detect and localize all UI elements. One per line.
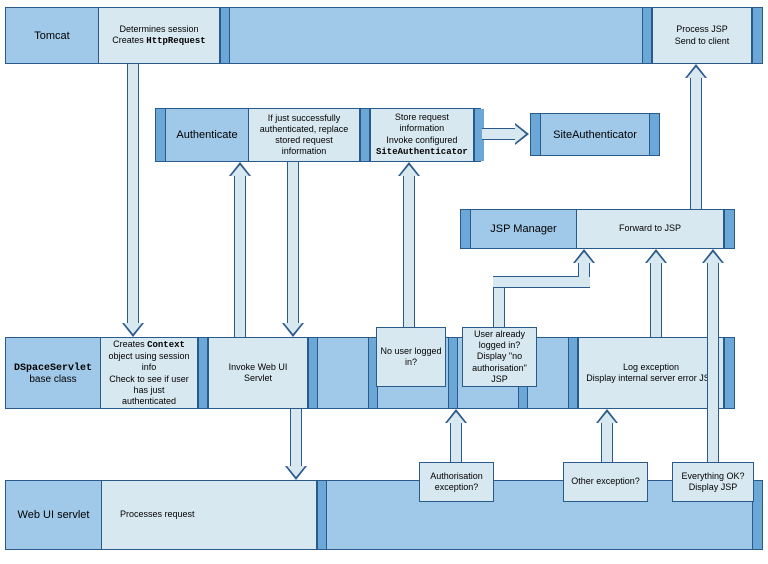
jsp-label: JSP Manager (471, 210, 576, 248)
cap (360, 109, 370, 161)
authenticate-row: Authenticate If just successfully authen… (155, 108, 481, 162)
cap (724, 210, 734, 248)
t: Creates (113, 339, 147, 349)
webui-box-otherexc: Other exception? (563, 462, 648, 502)
t: SiteAuthenticator (376, 147, 468, 157)
site-auth-label: SiteAuthenticator (541, 114, 649, 155)
cap (317, 481, 327, 549)
t: SiteAuthenticator (553, 129, 637, 141)
t: Process JSP (676, 24, 728, 34)
cap (308, 338, 318, 408)
cap (649, 114, 659, 155)
t: Forward to JSP (619, 223, 681, 234)
cap (156, 109, 166, 161)
t: Log exception (623, 362, 679, 372)
dspace-label: DSpaceServlet base class (6, 338, 100, 408)
tomcat-row: Tomcat Determines sessionCreates HttpReq… (5, 7, 763, 64)
t: Invoke configured (386, 135, 457, 145)
webui-box-process: Processes request (101, 481, 317, 549)
site-authenticator-box: SiteAuthenticator (530, 113, 660, 156)
t: JSP Manager (490, 223, 556, 235)
tomcat-label-text: Tomcat (34, 30, 69, 42)
t: Other exception? (571, 476, 640, 487)
cap (448, 338, 458, 408)
t: Authorisation exception? (423, 471, 490, 494)
webui-box-ok: Everything OK?Display JSP (672, 462, 754, 502)
t: Determines session (119, 24, 198, 34)
t: Send to client (675, 36, 730, 46)
webui-label: Web UI servlet (6, 481, 101, 549)
dspace-box-nouser: No user logged in? (376, 327, 446, 387)
webui-box-authexc: Authorisation exception? (419, 462, 494, 502)
cap (642, 8, 652, 63)
tomcat-box-session: Determines sessionCreates HttpRequest (98, 8, 220, 63)
dspace-box-invoke: Invoke Web UI Servlet (208, 338, 308, 408)
tomcat-label: Tomcat (6, 8, 98, 63)
spacer (230, 8, 642, 63)
spacer (318, 338, 368, 408)
t: Display JSP (689, 482, 738, 492)
cap (461, 210, 471, 248)
dspace-row: DSpaceServlet base class Creates Context… (5, 337, 735, 409)
t: User already logged in? Display "no auth… (466, 329, 533, 385)
t: No user logged in? (380, 346, 442, 369)
dspace-box-context: Creates Context object using session inf… (100, 338, 198, 408)
dspace-box-userlogged: User already logged in? Display "no auth… (462, 327, 537, 387)
cap (568, 338, 578, 408)
cap (220, 8, 230, 63)
t: Check to see if user has just authentica… (109, 374, 189, 407)
jsp-manager-row: JSP Manager Forward to JSP (460, 209, 735, 249)
t: Creates (112, 35, 146, 45)
auth-box-replace: If just successfully authenticated, repl… (248, 109, 360, 161)
cap (531, 114, 541, 155)
t: object using session info (108, 351, 189, 372)
jsp-box-forward: Forward to JSP (576, 210, 724, 248)
t: If just successfully authenticated, repl… (254, 113, 354, 158)
t: Display internal server error JSP (586, 373, 716, 383)
t: Context (147, 340, 185, 350)
auth-box-store: Store request information Invoke configur… (370, 109, 474, 161)
webui-row: Web UI servlet Processes request (5, 480, 763, 550)
auth-label: Authenticate (166, 109, 248, 161)
t: Authenticate (176, 129, 237, 141)
t: Everything OK? (681, 471, 744, 481)
tomcat-box-process: Process JSP Send to client (652, 8, 752, 63)
cap (752, 8, 762, 63)
cap (724, 338, 734, 408)
t: Store request information (395, 112, 449, 133)
t: DSpaceServlet (14, 363, 92, 374)
t: base class (29, 374, 76, 385)
t: Invoke Web UI Servlet (214, 362, 302, 385)
t: HttpRequest (146, 36, 205, 46)
dspace-box-log: Log exceptionDisplay internal server err… (578, 338, 724, 408)
cap (198, 338, 208, 408)
t: Web UI servlet (18, 509, 90, 521)
t: Processes request (120, 509, 195, 520)
